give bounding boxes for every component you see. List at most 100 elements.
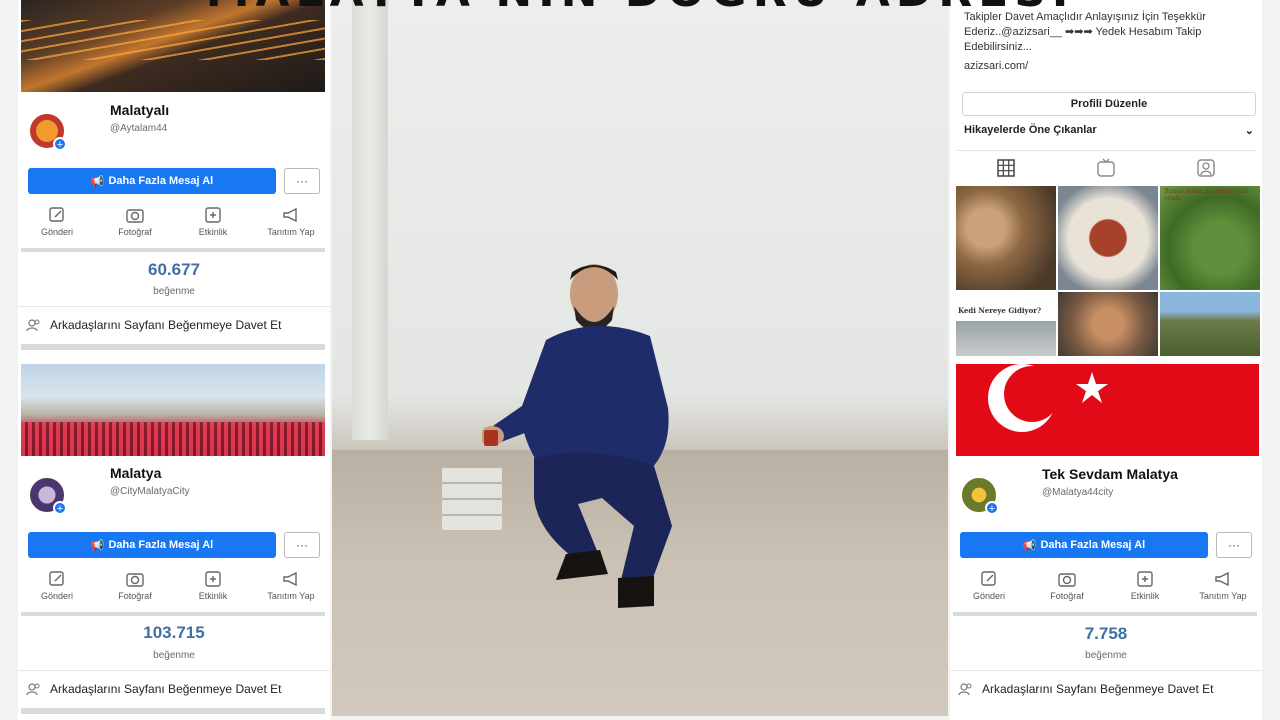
invite-friends-row[interactable]: Arkadaşlarını Sayfanı Beğenmeye Davet Et [950, 670, 1262, 706]
action-event-label: Etkinlik [198, 227, 228, 237]
action-post-label: Gönderi [40, 227, 74, 237]
edit-icon [49, 571, 64, 586]
page-avatar[interactable]: + [28, 476, 67, 515]
likes-label: beğenme [1085, 650, 1127, 661]
action-post-label: Gönderi [40, 591, 74, 601]
action-promote[interactable]: Tanıtım Yap [256, 204, 326, 252]
more-options-button[interactable]: ··· [284, 532, 320, 558]
camera-icon [126, 209, 144, 223]
action-photo-label: Fotoğraf [118, 227, 152, 237]
post-caption: Bunun adına ne derler sizin orada [1164, 188, 1249, 202]
chevron-down-icon: ⌄ [1244, 125, 1254, 137]
section-divider [21, 708, 325, 714]
action-event[interactable]: Etkinlik [1110, 568, 1180, 616]
post-thumbnail[interactable]: Kedi Nereye Gidiyor? [956, 292, 1056, 356]
likes-count: 60.677 [148, 260, 200, 279]
camera-icon [1058, 573, 1076, 587]
screenshot-stage: MALATYA'NIN DOĞRU ADRESİ + Malatyalı @Ay… [0, 0, 1280, 720]
more-messages-button[interactable]: 📢 Daha Fazla Mesaj Al [960, 532, 1208, 558]
invite-label: Arkadaşlarını Sayfanı Beğenmeye Davet Et [50, 681, 282, 696]
story-highlights-toggle[interactable]: Hikayelerde Öne Çıkanlar ⌄ [964, 124, 1254, 137]
crouching-man-figure [482, 264, 672, 608]
page-handle: @Malatya44city [1042, 487, 1114, 498]
megaphone-icon: 📢 [90, 175, 105, 188]
page-name[interactable]: Tek Sevdam Malatya [1042, 466, 1178, 482]
post-thumbnail[interactable] [1160, 292, 1260, 356]
right-instagram-facebook-panel: Takipler Davet Amaçlıdır Anlayışınız İçi… [950, 0, 1262, 720]
event-icon [1137, 571, 1153, 587]
edit-icon [49, 207, 64, 222]
grid-icon[interactable] [995, 157, 1017, 179]
more-messages-button[interactable]: 📢 Daha Fazla Mesaj Al [28, 532, 276, 558]
post-thumbnail[interactable] [956, 186, 1056, 290]
more-options-button[interactable]: ··· [1216, 532, 1252, 558]
more-messages-button[interactable]: 📢 Daha Fazla Mesaj Al [28, 168, 276, 194]
invite-label: Arkadaşlarını Sayfanı Beğenmeye Davet Et [982, 681, 1214, 696]
action-photo-label: Fotoğraf [118, 591, 152, 601]
page-name[interactable]: Malatyalı [110, 102, 169, 118]
action-event-label: Etkinlik [1130, 591, 1160, 601]
megaphone-icon: 📢 [90, 539, 105, 552]
megaphone-icon [283, 207, 297, 223]
action-photo[interactable]: Fotoğraf [100, 204, 170, 252]
post-caption: Kedi Nereye Gidiyor? [958, 306, 1042, 315]
action-post[interactable]: Gönderi [954, 568, 1024, 616]
profile-tabs [956, 150, 1256, 184]
invite-friends-row[interactable]: Arkadaşlarını Sayfanı Beğenmeye Davet Et [18, 306, 330, 342]
igtv-icon[interactable] [1095, 157, 1117, 179]
facebook-page-card-2: + Malatya @CityMalatyaCity 📢 Daha Fazla … [18, 364, 330, 720]
more-messages-label: Daha Fazla Mesaj Al [1040, 539, 1146, 551]
post-thumbnail[interactable]: Bunun adına ne derler sizin orada [1160, 186, 1260, 290]
facebook-page-card-1: + Malatyalı @Aytalam44 📢 Daha Fazla Mesa… [18, 0, 330, 352]
event-icon [205, 207, 221, 223]
action-event[interactable]: Etkinlik [178, 568, 248, 616]
friends-icon [958, 682, 972, 695]
post-thumbnail[interactable] [1058, 292, 1158, 356]
action-promote[interactable]: Tanıtım Yap [1188, 568, 1258, 616]
action-post[interactable]: Gönderi [22, 204, 92, 252]
action-promote-label: Tanıtım Yap [1199, 591, 1247, 601]
action-event-label: Etkinlik [198, 591, 228, 601]
add-badge-icon[interactable]: + [53, 501, 67, 515]
edit-profile-button[interactable]: Profili Düzenle [962, 92, 1256, 116]
page-action-bar: Gönderi Fotoğraf Etkinlik Tanıtım Yap [18, 204, 330, 252]
friends-icon [26, 682, 40, 695]
page-handle: @CityMalatyaCity [110, 486, 190, 497]
page-avatar[interactable]: + [28, 112, 67, 151]
section-divider [21, 612, 325, 616]
action-promote[interactable]: Tanıtım Yap [256, 568, 326, 616]
action-post-label: Gönderi [972, 591, 1006, 601]
camera-icon [126, 573, 144, 587]
page-avatar[interactable]: + [960, 476, 999, 515]
more-options-button[interactable]: ··· [284, 168, 320, 194]
likes-count: 7.758 [1084, 624, 1128, 643]
action-photo[interactable]: Fotoğraf [1032, 568, 1102, 616]
add-badge-icon[interactable]: + [53, 137, 67, 151]
section-divider [21, 344, 325, 350]
action-post[interactable]: Gönderi [22, 568, 92, 616]
action-promote-label: Tanıtım Yap [267, 227, 315, 237]
page-name[interactable]: Malatya [110, 465, 161, 481]
tagged-icon[interactable] [1195, 157, 1217, 179]
post-thumbnail[interactable] [1058, 186, 1158, 290]
cover-photo-crowd [21, 364, 325, 456]
center-photo [332, 0, 948, 716]
page-action-bar: Gönderi Fotoğraf Etkinlik Tanıtım Yap [18, 568, 330, 616]
likes-label: beğenme [153, 650, 195, 661]
page-handle: @Aytalam44 [110, 123, 168, 134]
action-photo-label: Fotoğraf [1050, 591, 1084, 601]
add-badge-icon[interactable]: + [985, 501, 999, 515]
megaphone-icon: 📢 [1022, 539, 1037, 552]
invite-friends-row[interactable]: Arkadaşlarını Sayfanı Beğenmeye Davet Et [18, 670, 330, 706]
profile-link[interactable]: azizsari.com/ [964, 60, 1028, 72]
action-photo[interactable]: Fotoğraf [100, 568, 170, 616]
megaphone-icon [1215, 571, 1229, 587]
event-icon [205, 571, 221, 587]
crescent-star-icon [988, 364, 1108, 432]
action-event[interactable]: Etkinlik [178, 204, 248, 252]
invite-label: Arkadaşlarını Sayfanı Beğenmeye Davet Et [50, 317, 282, 332]
action-promote-label: Tanıtım Yap [267, 591, 315, 601]
wall-pillar [352, 0, 388, 440]
likes-count: 103.715 [143, 623, 205, 642]
friends-icon [26, 318, 40, 331]
